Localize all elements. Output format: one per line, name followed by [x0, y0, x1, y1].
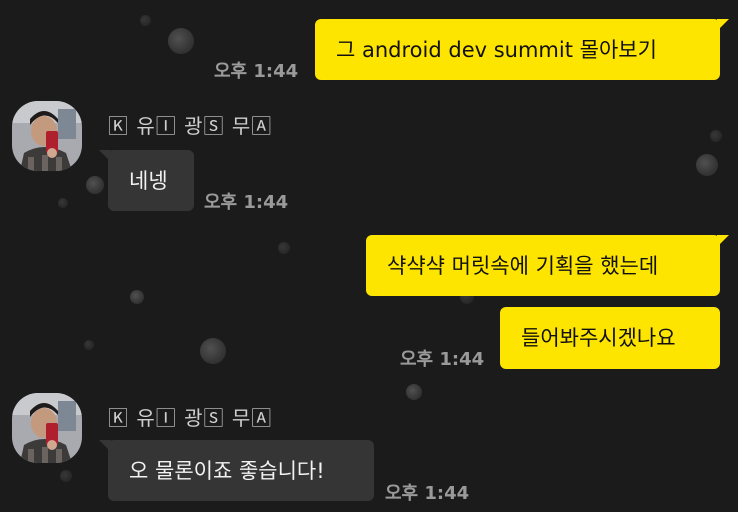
my-message-bubble[interactable]: 그 android dev summit 몰아보기 — [315, 19, 729, 80]
profile-photo — [12, 101, 82, 171]
bg-dot — [84, 340, 94, 350]
message-text: 오 물론이죠 좋습니다! — [129, 458, 325, 483]
bg-dot — [696, 154, 718, 176]
chat-room: 오후 1:44 그 android dev summit 몰아보기 🄺 유🄸 광… — [0, 0, 738, 512]
message-timestamp: 오후 1:44 — [400, 349, 485, 370]
my-message-bubble[interactable]: 들어봐주시겠나요 — [500, 307, 720, 369]
message-timestamp: 오후 1:44 — [385, 483, 470, 504]
message-timestamp: 오후 1:44 — [214, 61, 299, 82]
message-text: 들어봐주시겠나요 — [521, 326, 676, 350]
bg-dot — [58, 198, 68, 208]
bg-dot — [140, 15, 151, 26]
sender-avatar[interactable] — [12, 101, 82, 171]
sender-name: 🄺 유🄸 광🅂 무🄰 — [108, 114, 273, 138]
sender-name: 🄺 유🄸 광🅂 무🄰 — [108, 406, 273, 430]
sender-avatar[interactable] — [12, 393, 82, 463]
message-text: 샥샥샥 머릿속에 기획을 했는데 — [387, 253, 659, 278]
profile-photo — [12, 393, 82, 463]
bg-dot — [200, 338, 226, 364]
bg-dot — [86, 176, 104, 194]
my-message-bubble[interactable]: 샥샥샥 머릿속에 기획을 했는데 — [366, 235, 729, 296]
message-text: 그 android dev summit 몰아보기 — [336, 37, 657, 62]
bg-dot — [710, 130, 722, 142]
bg-dot — [168, 28, 194, 54]
their-message-bubble[interactable]: 오 물론이죠 좋습니다! — [99, 440, 374, 501]
bg-dot — [60, 470, 72, 482]
bg-dot — [278, 242, 290, 254]
message-text: 네넹 — [129, 168, 168, 193]
their-message-bubble[interactable]: 네넹 — [99, 150, 194, 211]
bg-dot — [406, 384, 422, 400]
message-timestamp: 오후 1:44 — [204, 192, 289, 213]
bg-dot — [130, 290, 144, 304]
